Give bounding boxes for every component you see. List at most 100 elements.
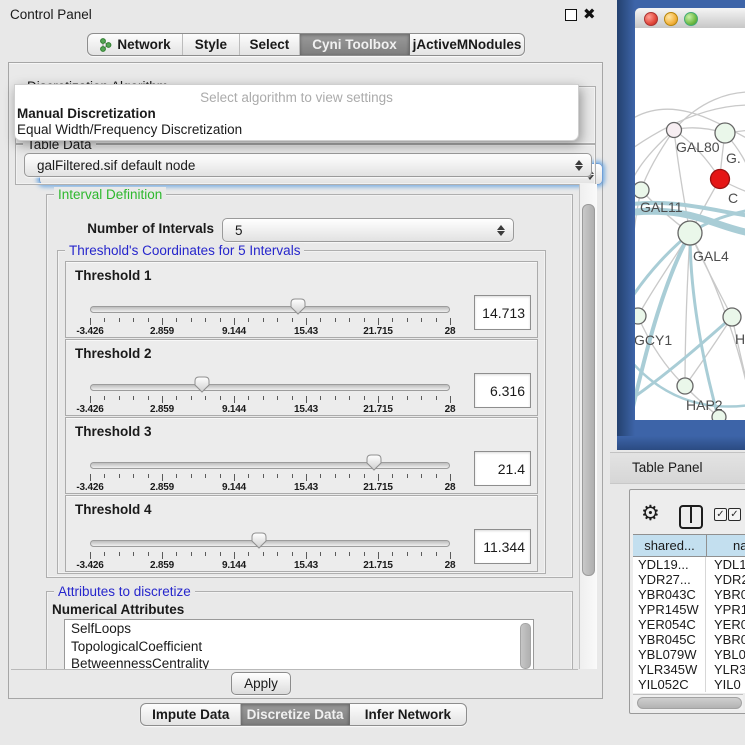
close-icon[interactable]: ✖ <box>583 5 596 23</box>
tab-cyni-toolbox[interactable]: Cyni Toolbox <box>300 34 410 55</box>
cell-shared-name[interactable]: YLR345W <box>633 662 706 677</box>
axis-tick <box>378 474 379 481</box>
network-node-gal80[interactable] <box>667 123 682 138</box>
network-node-gal11[interactable] <box>635 182 649 198</box>
minimize-traffic-icon[interactable] <box>664 12 678 26</box>
cell-name[interactable]: YDL1 <box>706 557 745 572</box>
cell-shared-name[interactable]: YER054C <box>633 617 706 632</box>
cell-name[interactable]: YIL0 <box>706 677 745 692</box>
network-node-red-node[interactable] <box>711 170 730 189</box>
tab-network[interactable]: Network <box>88 34 183 55</box>
network-canvas[interactable]: GAL80G.CGAL11GAL4GCY1HHAP2 <box>635 28 745 420</box>
cell-name[interactable]: YBR0 <box>706 587 745 602</box>
slider-thumb[interactable] <box>290 298 306 315</box>
threshold-panel-1: Threshold 1-3.4262.8599.14415.4321.71528… <box>65 261 538 338</box>
table-row[interactable]: YDL19...YDL1 <box>633 557 745 572</box>
cell-name[interactable]: YPR1 <box>706 602 745 617</box>
table-horizontal-scrollbar[interactable] <box>633 694 743 710</box>
slider-thumb[interactable] <box>194 376 210 393</box>
gear-icon[interactable]: ⚙ <box>641 501 660 526</box>
list-item-topologicalcoefficient[interactable]: TopologicalCoefficient <box>65 638 533 656</box>
cell-name[interactable]: YER0 <box>706 617 745 632</box>
column-header-name[interactable]: name <box>707 535 745 556</box>
table-row[interactable]: YLR345WYLR3 <box>633 662 745 677</box>
axis-tick <box>407 318 408 322</box>
checkbox-icon[interactable]: ✓ <box>728 508 741 521</box>
axis-tick <box>133 318 134 322</box>
threshold-value-field[interactable]: 21.4 <box>474 451 531 486</box>
axis-tick <box>205 474 206 478</box>
cell-name[interactable]: YBR0 <box>706 632 745 647</box>
axis-tick <box>234 318 235 325</box>
network-node-gal4[interactable] <box>678 221 702 245</box>
tab-discretize-data[interactable]: Discretize Data <box>241 704 349 725</box>
table-row[interactable]: YPR145WYPR1 <box>633 602 745 617</box>
float-window-icon[interactable] <box>565 9 577 21</box>
node-table: shared... name YDL19...YDL1YDR27...YDR2Y… <box>633 534 745 693</box>
cell-shared-name[interactable]: YPR145W <box>633 602 706 617</box>
cell-shared-name[interactable]: YBL079W <box>633 647 706 662</box>
axis-tick <box>306 318 307 325</box>
tab-impute-data[interactable]: Impute Data <box>141 704 241 725</box>
table-row[interactable]: YBR043CYBR0 <box>633 587 745 602</box>
cell-shared-name[interactable]: YBR043C <box>633 587 706 602</box>
column-header-shared-name[interactable]: shared... <box>633 535 707 556</box>
network-edge[interactable] <box>732 317 745 395</box>
axis-tick <box>277 474 278 478</box>
slider-track[interactable] <box>90 540 450 547</box>
slider-thumb[interactable] <box>251 532 267 549</box>
numerical-attributes-list[interactable]: SelfLoopsTopologicalCoefficientBetweenne… <box>64 619 534 670</box>
network-node-h-partial[interactable] <box>723 308 741 326</box>
cell-name[interactable]: YLR3 <box>706 662 745 677</box>
slider-track[interactable] <box>90 462 450 469</box>
cell-shared-name[interactable]: YIL052C <box>633 677 706 692</box>
table-row[interactable]: YBL079WYBL0 <box>633 647 745 662</box>
threshold-value-field[interactable]: 6.316 <box>474 373 531 408</box>
network-edge-highlighted[interactable] <box>635 233 690 300</box>
popup-item-equal-width-frequency[interactable]: Equal Width/Frequency Discretization <box>17 122 242 137</box>
threshold-value-field[interactable]: 11.344 <box>474 529 531 564</box>
table-row[interactable]: YIL052CYIL0 <box>633 677 745 692</box>
column-split-icon[interactable] <box>679 505 703 529</box>
cell-name[interactable]: YDR2 <box>706 572 745 587</box>
tab-style[interactable]: Style <box>183 34 239 55</box>
tab-select[interactable]: Select <box>240 34 300 55</box>
table-row[interactable]: YER054CYER0 <box>633 617 745 632</box>
table-panel-title: Table Panel <box>632 460 703 475</box>
axis-tick-label: -3.426 <box>65 404 115 415</box>
threshold-value-field[interactable]: 14.713 <box>474 295 531 330</box>
interval-definition-label: Interval Definition <box>54 187 166 202</box>
list-item-betweennesscentrality[interactable]: BetweennessCentrality <box>65 655 533 670</box>
cell-shared-name[interactable]: YBR045C <box>633 632 706 647</box>
list-scrollbar[interactable] <box>520 623 531 669</box>
apply-button[interactable]: Apply <box>231 672 291 695</box>
axis-tick <box>378 552 379 559</box>
table-row[interactable]: YBR045CYBR0 <box>633 632 745 647</box>
zoom-traffic-icon[interactable] <box>684 12 698 26</box>
popup-item-manual-discretization[interactable]: Manual Discretization <box>17 106 156 121</box>
tab-jactivemnodules[interactable]: jActiveMNodules <box>410 34 524 55</box>
checkbox-icon[interactable]: ✓ <box>714 508 727 521</box>
number-of-intervals-combo[interactable]: 5 <box>222 218 514 242</box>
network-window-titlebar[interactable] <box>635 8 745 29</box>
axis-tick <box>450 552 451 559</box>
slider-track[interactable] <box>90 384 450 391</box>
scrollbar-thumb[interactable] <box>582 204 595 576</box>
slider-track[interactable] <box>90 306 450 313</box>
network-node-gcy1[interactable] <box>635 308 646 324</box>
close-traffic-icon[interactable] <box>644 12 658 26</box>
scrollbar-thumb[interactable] <box>637 697 742 709</box>
table-row[interactable]: YDR27...YDR2 <box>633 572 745 587</box>
settings-scrollbar[interactable] <box>579 184 597 669</box>
axis-tick <box>335 552 336 556</box>
network-node-hap2[interactable] <box>677 378 693 394</box>
cell-name[interactable]: YBL0 <box>706 647 745 662</box>
cell-shared-name[interactable]: YDR27... <box>633 572 706 587</box>
slider-thumb[interactable] <box>366 454 382 471</box>
table-data-combo[interactable]: galFiltered.sif default node <box>24 153 592 177</box>
axis-tick <box>421 318 422 322</box>
cell-shared-name[interactable]: YDL19... <box>633 557 706 572</box>
axis-tick-label: 15.43 <box>281 404 331 415</box>
list-item-selfloops[interactable]: SelfLoops <box>65 620 533 638</box>
tab-infer-network[interactable]: Infer Network <box>350 704 466 725</box>
